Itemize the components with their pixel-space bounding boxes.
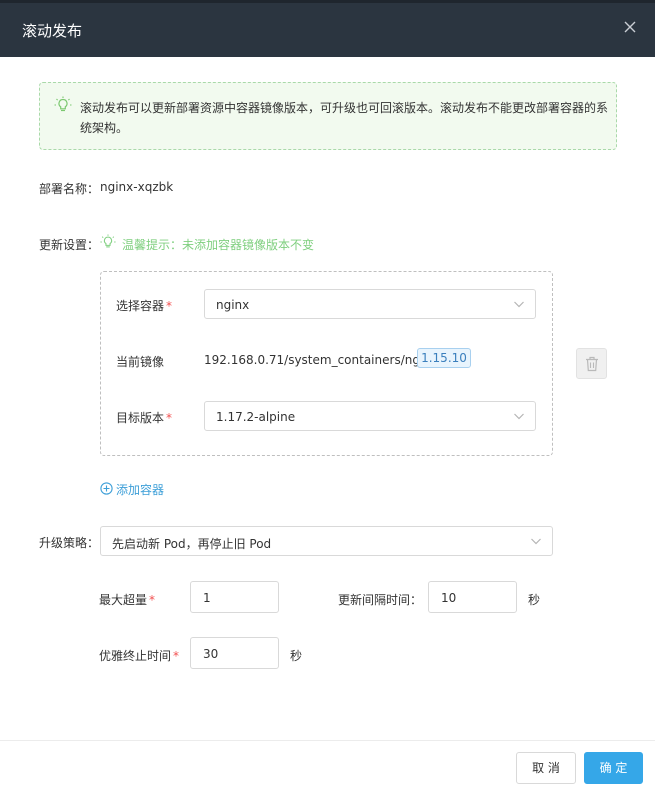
chevron-down-icon	[513, 410, 525, 422]
select-container-label: 选择容器 *	[116, 299, 173, 313]
current-image-value: 192.168.0.71/system_containers/nginx：	[204, 353, 451, 367]
upgrade-strategy-select[interactable]: 先启动新 Pod，再停止旧 Pod	[100, 526, 553, 556]
info-notice: 滚动发布可以更新部署资源中容器镜像版本，可升级也可回滚版本。滚动发布不能更改部署…	[39, 82, 617, 150]
current-image-tag: 1.15.10	[417, 348, 471, 368]
max-surge-value: 1	[203, 591, 211, 605]
target-version-value: 1.17.2-alpine	[216, 410, 296, 424]
upgrade-strategy-value: 先启动新 Pod，再停止旧 Pod	[112, 537, 272, 551]
container-select-value: nginx	[216, 298, 250, 312]
add-container-label: 添加容器	[116, 483, 165, 497]
max-surge-input[interactable]: 1	[190, 581, 279, 613]
container-select[interactable]: nginx	[204, 289, 536, 319]
add-container-button[interactable]: 添加容器	[100, 480, 164, 499]
deployment-name-value: nginx-xqzbk	[100, 180, 174, 194]
update-interval-unit: 秒	[528, 593, 541, 607]
update-interval-label: 更新间隔时间：	[338, 593, 423, 607]
update-interval-input[interactable]: 10	[428, 581, 517, 613]
grace-period-value: 30	[203, 647, 219, 661]
upgrade-strategy-label: 升级策略：	[39, 536, 100, 550]
update-interval-value: 10	[441, 591, 457, 605]
confirm-button[interactable]: 确 定	[584, 752, 643, 784]
max-surge-label: 最大超量 *	[99, 593, 156, 607]
rolling-update-dialog: 滚动发布 滚动发布可以更新部署资源中容器镜像版本，可升级也可回滚版本。滚动发布不…	[0, 0, 655, 789]
plus-circle-icon	[100, 480, 113, 499]
target-version-label: 目标版本 *	[116, 411, 173, 425]
grace-period-unit: 秒	[290, 649, 303, 663]
update-hint-text: 温馨提示：未添加容器镜像版本不变	[122, 237, 315, 252]
trash-icon	[586, 356, 598, 372]
grace-period-input[interactable]: 30	[190, 637, 279, 669]
delete-container-button[interactable]	[576, 348, 607, 379]
lightbulb-icon	[100, 234, 116, 254]
target-version-select[interactable]: 1.17.2-alpine	[204, 401, 536, 431]
current-image-label: 当前镜像	[116, 355, 165, 369]
lightbulb-icon	[54, 96, 72, 114]
close-icon[interactable]	[621, 18, 639, 36]
grace-period-label: 优雅终止时间 *	[99, 649, 180, 663]
cancel-button[interactable]: 取 消	[516, 752, 576, 784]
deployment-name-label: 部署名称：	[39, 182, 100, 196]
update-hint: 温馨提示：未添加容器镜像版本不变	[100, 234, 315, 254]
dialog-header: 滚动发布	[0, 0, 655, 57]
chevron-down-icon	[513, 298, 525, 310]
update-settings-label: 更新设置：	[39, 238, 100, 252]
chevron-down-icon	[530, 535, 542, 547]
dialog-title: 滚动发布	[22, 22, 83, 40]
notice-text: 滚动发布可以更新部署资源中容器镜像版本，可升级也可回滚版本。滚动发布不能更改部署…	[80, 101, 609, 135]
